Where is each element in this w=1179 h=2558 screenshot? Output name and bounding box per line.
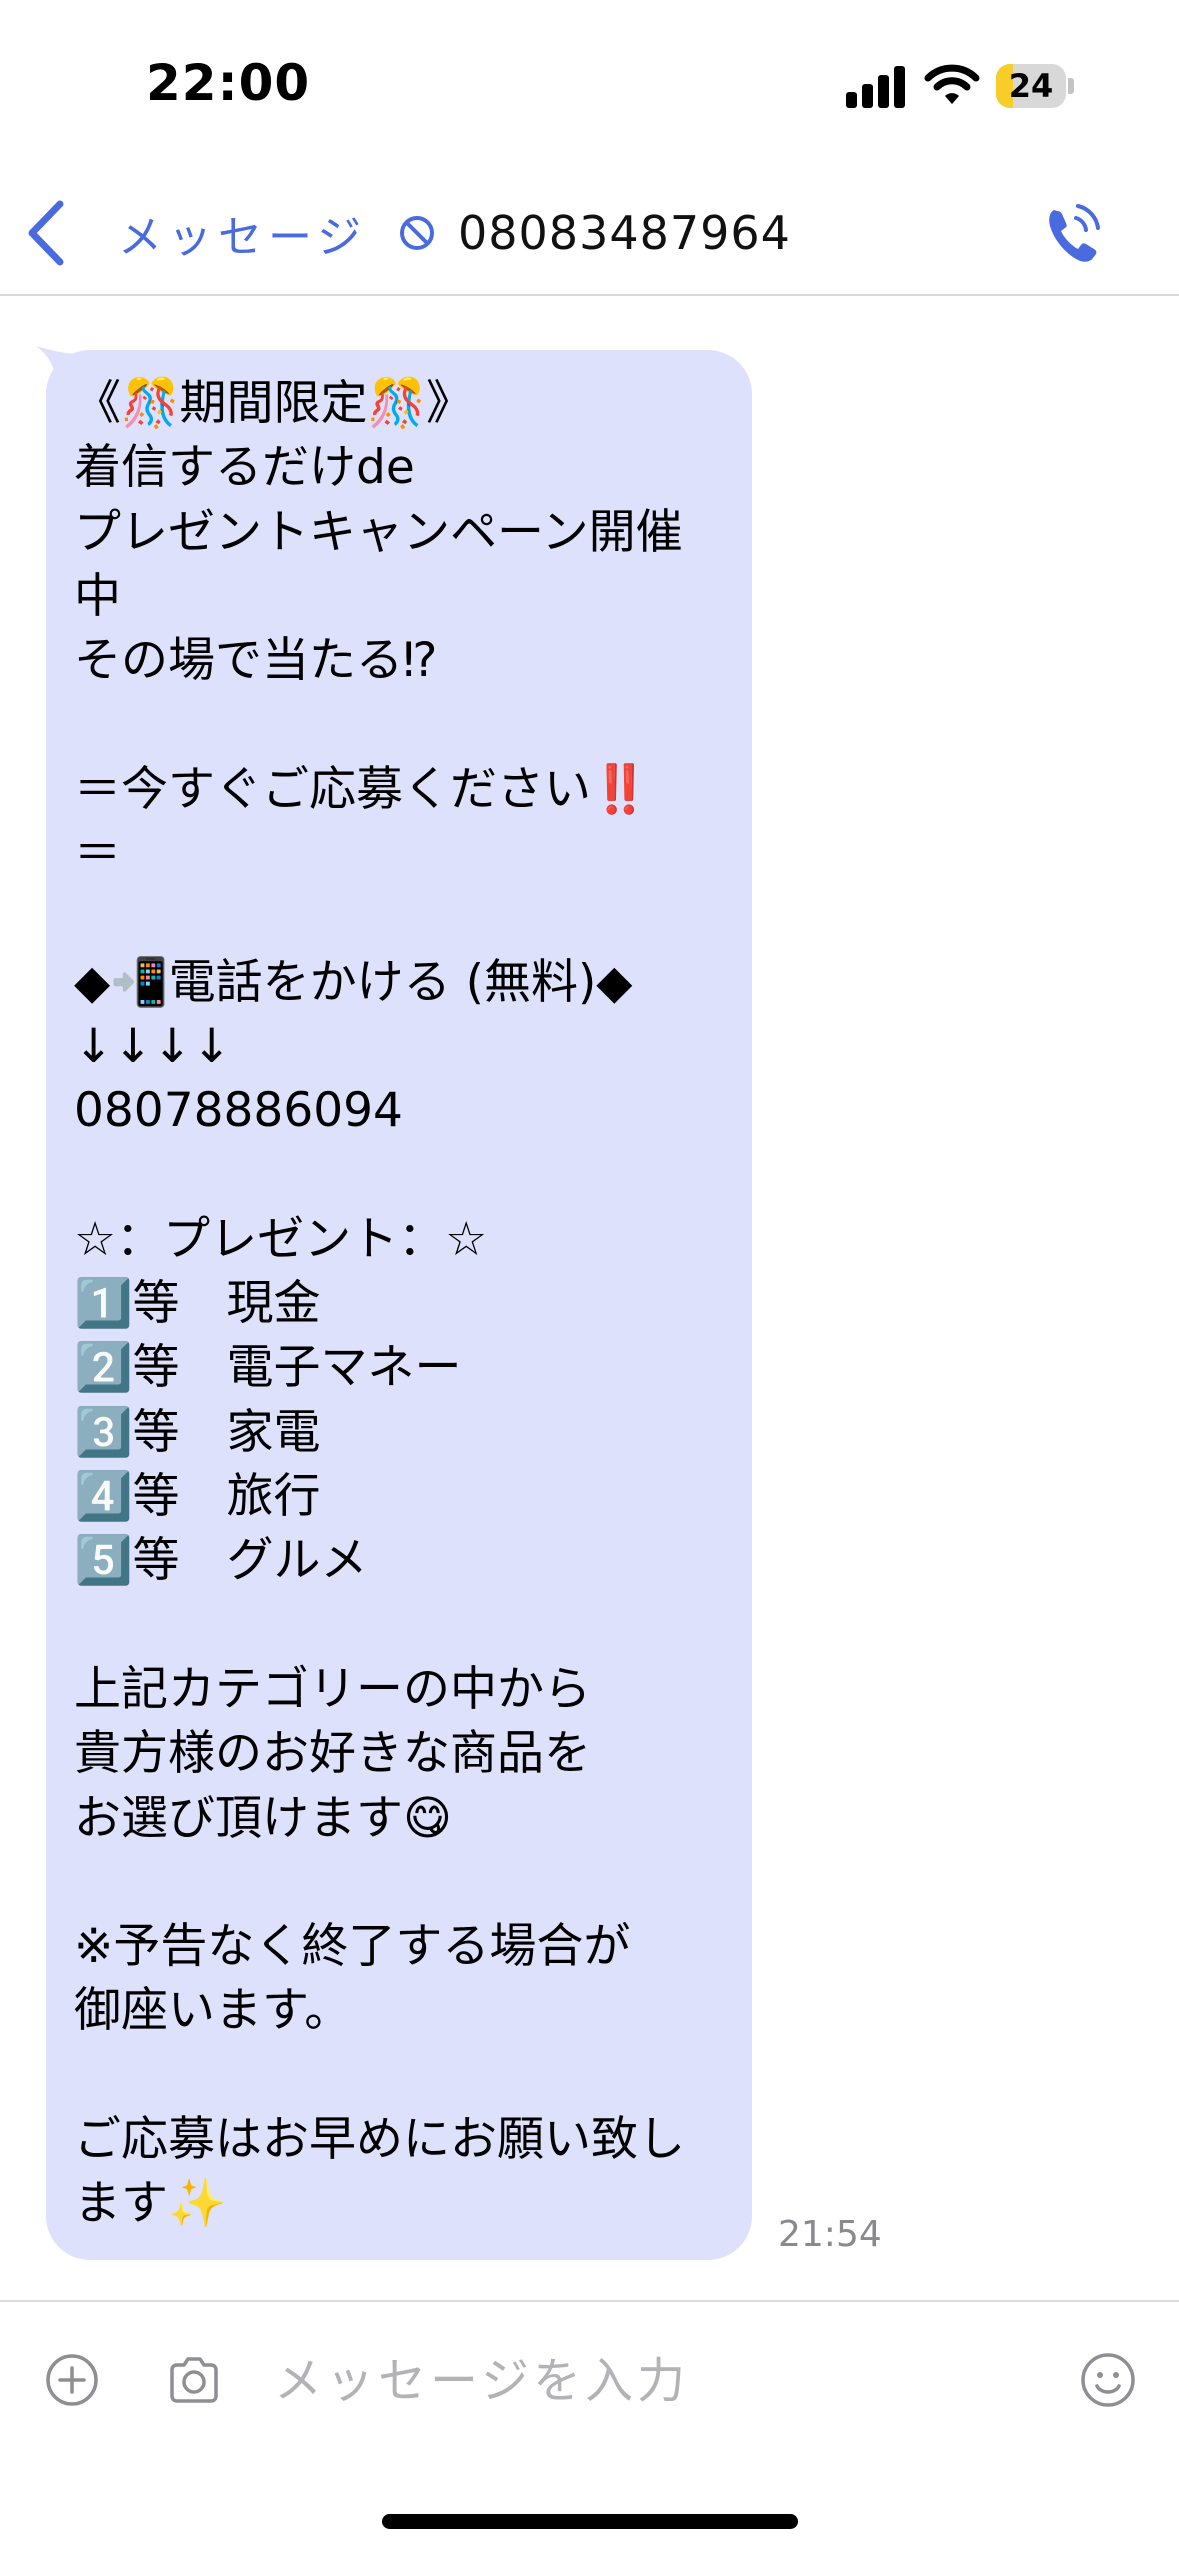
message-line: ます✨ [74, 2176, 227, 2232]
message-line: ＝ [74, 826, 121, 882]
status-time: 22:00 [146, 54, 311, 112]
message-line: 着信するだけde [74, 440, 415, 496]
message-line: 貴方様のお好きな商品を [74, 1726, 591, 1782]
phone-call-icon[interactable] [1040, 194, 1104, 274]
message-line: 2️⃣等 電子マネー [74, 1340, 462, 1396]
message-line: 中 [74, 568, 121, 624]
home-indicator[interactable] [382, 2514, 798, 2529]
message-line [74, 1851, 734, 1915]
block-icon [400, 216, 434, 250]
contact-title[interactable]: 08083487964 [398, 190, 791, 276]
camera-icon[interactable] [164, 2350, 224, 2410]
message-line: ＝今すぐご応募ください‼️ [74, 761, 650, 817]
chevron-left-icon [28, 200, 64, 266]
message-line: その場で当たる⁉︎ [74, 633, 438, 689]
message-line [74, 2044, 734, 2108]
nav-bar: メッセージ 08083487964 [0, 170, 1179, 296]
message-line: 上記カテゴリーの中から [74, 1661, 591, 1717]
message-line: お選び頂けます😋 [74, 1790, 452, 1846]
conversation-area[interactable]: 《🎊期間限定🎊》 着信するだけde プレゼントキャンペーン開催 中 その場で当た… [0, 296, 1179, 2286]
message-line: 《🎊期間限定🎊》 [74, 376, 474, 431]
back-label: メッセージ [118, 212, 368, 263]
battery-level: 24 [1008, 67, 1054, 105]
message-line: ☆：プレゼント：☆ [74, 1211, 488, 1267]
message-line: 4️⃣等 旅行 [74, 1469, 321, 1525]
message-input[interactable] [272, 2338, 1056, 2424]
message-text: 《🎊期間限定🎊》 着信するだけde プレゼントキャンペーン開催 中 その場で当た… [74, 372, 734, 2237]
back-button[interactable]: メッセージ [22, 190, 367, 276]
plus-circle-icon[interactable] [42, 2350, 102, 2410]
message-line: ◆📲電話をかける (無料)◆ [74, 954, 633, 1010]
message-line: プレゼントキャンペーン開催 [74, 504, 683, 560]
status-bar: 22:00 24 [0, 0, 1179, 170]
message-line [74, 1144, 734, 1208]
phone-number-link[interactable]: 08078886094 [74, 1079, 734, 1143]
message-line: 3️⃣等 家電 [74, 1404, 321, 1460]
battery-indicator: 24 [996, 64, 1074, 108]
message-line: ご応募はお早めにお願い致し [74, 2112, 685, 2168]
message-line [74, 1594, 734, 1658]
smiley-icon[interactable] [1078, 2350, 1138, 2410]
message-line: 御座います。 [74, 1983, 352, 2039]
message-bubble[interactable]: 《🎊期間限定🎊》 着信するだけde プレゼントキャンペーン開催 中 その場で当た… [46, 350, 752, 2260]
message-timestamp: 21:54 [778, 2214, 882, 2255]
cellular-signal-icon [846, 64, 906, 108]
message-line [74, 886, 734, 950]
contact-number: 08083487964 [458, 206, 791, 260]
message-line [74, 693, 734, 757]
message-line: 1️⃣等 現金 [74, 1276, 321, 1332]
message-line: ↓↓↓↓ [74, 1018, 232, 1074]
message-line: 5️⃣等 グルメ [74, 1533, 368, 1589]
message-line: ※予告なく終了する場合が [74, 1919, 631, 1975]
wifi-icon [924, 64, 980, 104]
